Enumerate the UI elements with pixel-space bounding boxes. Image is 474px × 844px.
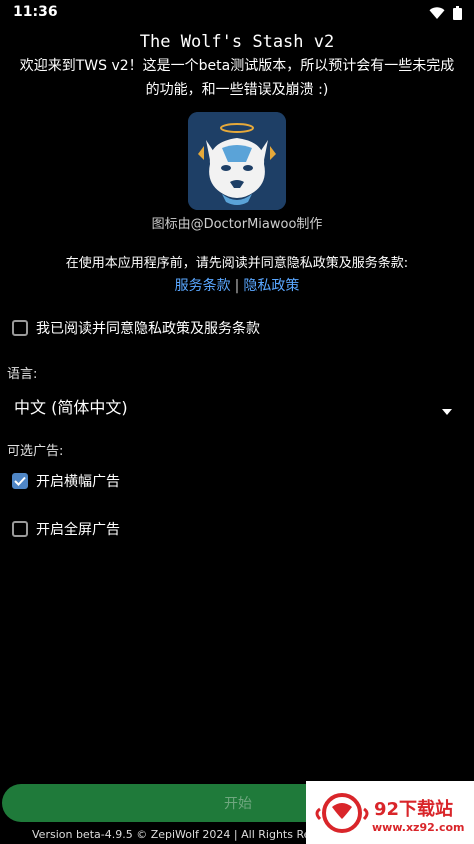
status-icons [429,5,462,24]
fullscreen-ads-label: 开启全屏广告 [36,522,120,538]
welcome-message: 欢迎来到TWS v2！这是一个beta测试版本，所以预计会有一些未完成 的功能，… [0,54,474,102]
dropdown-arrow-icon [442,400,452,419]
fullscreen-ads-checkbox[interactable] [12,521,28,537]
agree-terms-checkbox[interactable] [12,320,28,336]
status-bar: 11:36 [0,0,474,24]
policy-links: 服务条款 | 隐私政策 [0,275,474,295]
status-time: 11:36 [13,4,58,20]
wolf-logo-icon [188,112,286,210]
battery-icon [453,5,462,24]
watermark: 92下载站 www.xz92.com [306,781,474,844]
welcome-line-1: 欢迎来到TWS v2！这是一个beta测试版本，所以预计会有一些未完成 [19,58,455,74]
agree-terms-label: 我已阅读并同意隐私政策及服务条款 [36,321,260,337]
banner-ads-row[interactable]: 开启横幅广告 [12,471,120,491]
agree-terms-row[interactable]: 我已阅读并同意隐私政策及服务条款 [12,318,260,338]
terms-link[interactable]: 服务条款 [175,278,231,294]
banner-ads-label: 开启横幅广告 [36,474,120,490]
watermark-site: 92下载站 [374,799,454,820]
fullscreen-ads-row[interactable]: 开启全屏广告 [12,519,120,539]
language-select[interactable]: 中文 (简体中文) [0,390,474,420]
wifi-icon [429,5,445,24]
watermark-url: www.xz92.com [372,821,465,834]
banner-ads-checkbox[interactable] [12,473,28,489]
app-title: The Wolf's Stash v2 [139,32,335,52]
privacy-policy-link[interactable]: 隐私政策 [243,278,299,294]
language-label: 语言: [7,367,38,382]
ads-label: 可选广告: [7,444,64,459]
language-selected-value: 中文 (简体中文) [14,398,128,417]
checkmark-icon [14,476,26,486]
link-separator: | [234,278,240,294]
app-logo [188,112,286,210]
watermark-logo-icon [315,793,369,833]
welcome-line-2: 的功能，和一些错误及崩溃 :) [145,82,329,98]
version-footer: Version beta-4.9.5 © ZepiWolf 2024 | All… [32,828,328,841]
privacy-note: 在使用本应用程序前，请先阅读并同意隐私政策及服务条款: [65,256,409,271]
icon-credit: 图标由@DoctorMiawoo制作 [151,217,323,232]
